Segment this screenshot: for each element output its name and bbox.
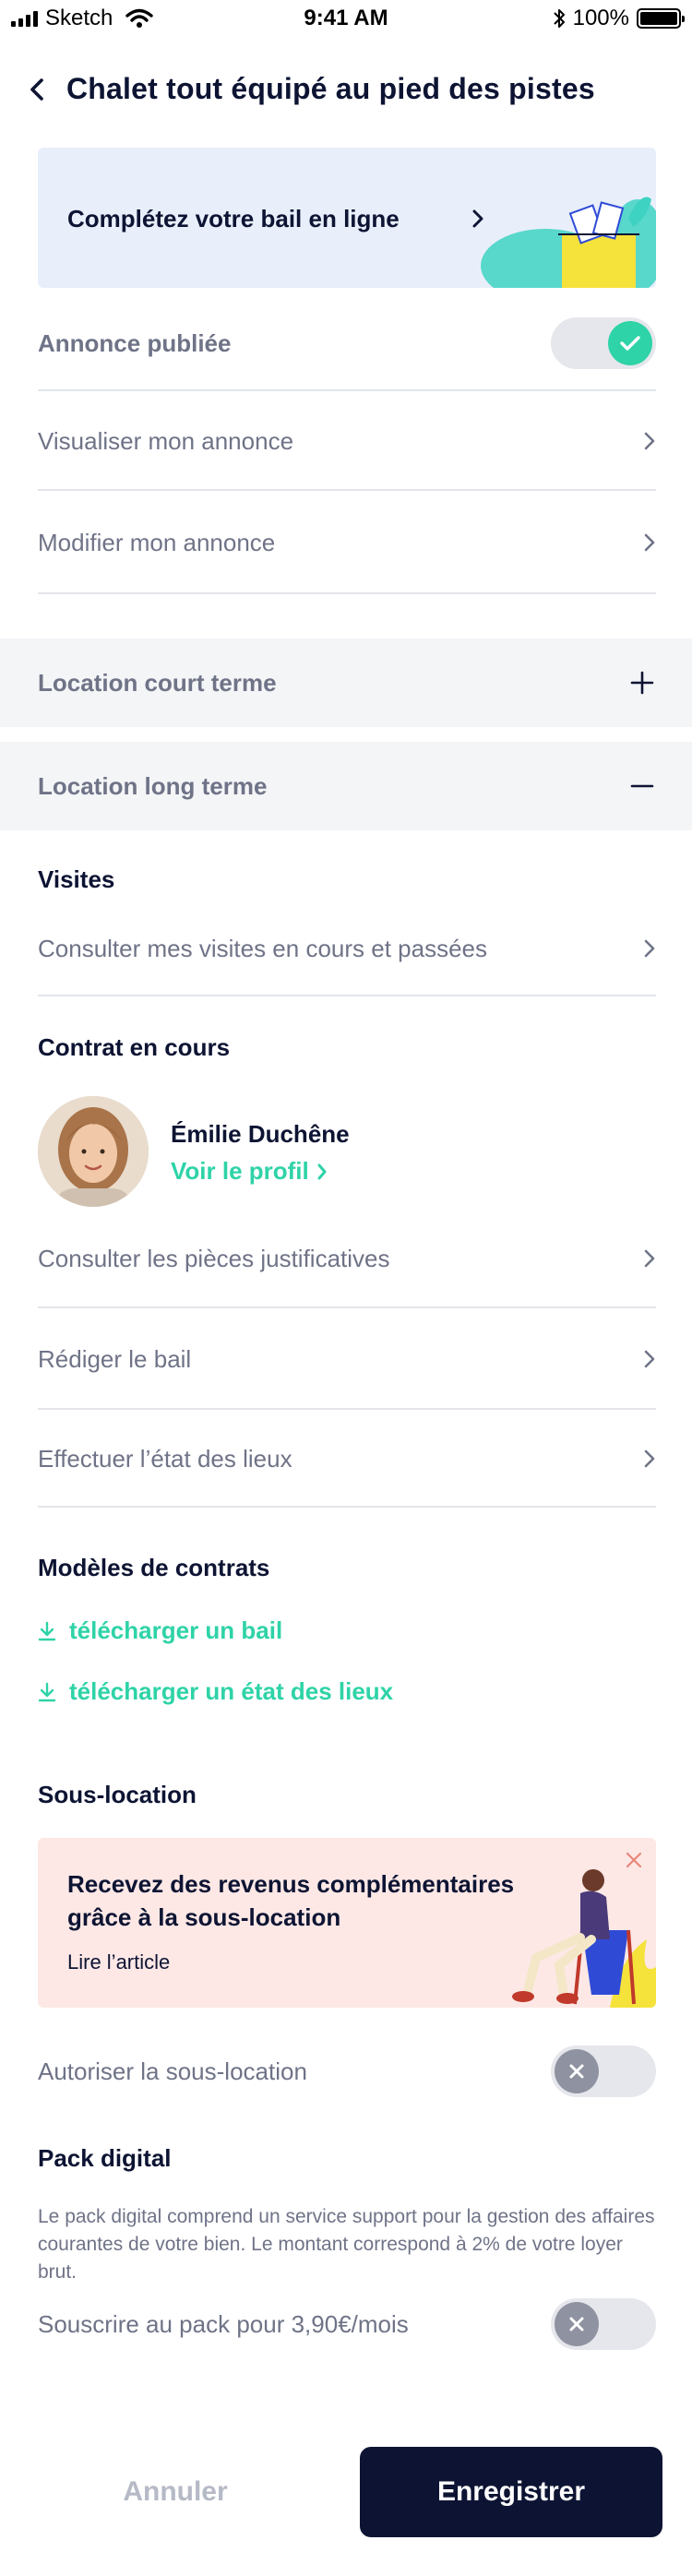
plus-icon [630,671,654,695]
minus-icon [630,784,654,788]
status-bar: Sketch 9:41 AM 100% [0,0,692,37]
view-profile-link[interactable]: Voir le profil [171,1157,328,1186]
contract-title: Contrat en cours [38,1033,231,1061]
bluetooth-icon [553,9,565,28]
chevron-right-icon [317,1163,327,1179]
avatar [38,1096,149,1207]
pack-title: Pack digital [38,2144,172,2172]
templates-title: Modèles de contrats [38,1554,270,1581]
published-toggle-knob [608,321,652,365]
visits-title: Visites [38,865,115,893]
published-row: Annonce publiée [38,297,656,391]
documents-row[interactable]: Consulter les pièces justificatives [38,1210,656,1308]
accordion-short-term[interactable]: Location court terme [0,638,692,727]
documents-label: Consulter les pièces justificatives [38,1244,390,1272]
x-icon [569,2317,584,2332]
lease-banner[interactable]: Complétez votre bail en ligne [38,148,656,288]
lease-banner-label: Complétez votre bail en ligne [67,205,400,233]
battery-label: 100% [572,6,629,30]
battery-icon [637,8,685,29]
chevron-right-icon [644,1350,655,1368]
edit-listing-row[interactable]: Modifier mon annonce [38,493,656,594]
x-icon [569,2064,584,2079]
draft-lease-row[interactable]: Rédiger le bail [38,1310,656,1410]
pack-description: Le pack digital comprend un service supp… [38,2206,655,2283]
check-icon [620,336,640,351]
inventory-label: Effectuer l’état des lieux [38,1444,292,1473]
subscribe-pack-toggle-knob [555,2302,599,2346]
avatar-portrait [38,1096,149,1207]
download-lease-link[interactable]: télécharger un bail [38,1616,282,1645]
subscribe-pack-toggle[interactable] [551,2298,656,2350]
draft-lease-label: Rédiger le bail [38,1344,192,1373]
subscribe-pack-row: Souscrire au pack pour 3,90€/mois [38,2292,656,2356]
close-icon[interactable] [625,1851,643,1869]
page-title: Chalet tout équipé au pied des pistes [66,72,595,105]
chevron-right-icon [644,533,655,552]
chevron-right-icon [644,1449,655,1468]
sublet-banner: Recevez des revenus complémentaires grâc… [38,1838,656,2008]
subscribe-pack-label: Souscrire au pack pour 3,90€/mois [38,2309,409,2338]
allow-sublet-toggle[interactable] [551,2045,656,2097]
published-label: Annonce publiée [38,328,232,357]
sublet-illustration [512,1869,656,2008]
save-button[interactable]: Enregistrer [360,2447,662,2537]
download-icon [38,1682,56,1701]
read-article-link[interactable]: Lire l’article [67,1950,170,1974]
accordion-long-term-label: Location long terme [38,771,268,800]
view-listing-row[interactable]: Visualiser mon annonce [38,393,656,491]
view-profile-label: Voir le profil [171,1157,309,1185]
back-icon[interactable] [28,78,46,101]
published-toggle[interactable] [551,317,656,369]
lease-illustration [481,197,656,288]
allow-sublet-toggle-knob [555,2049,599,2093]
allow-sublet-label: Autoriser la sous-location [38,2057,307,2085]
tenant-name: Émilie Duchêne [171,1120,350,1148]
sublet-title: Sous-location [38,1781,197,1808]
chevron-right-icon [644,432,655,450]
chevron-right-icon [644,1249,655,1268]
header: Chalet tout équipé au pied des pistes [28,72,595,106]
visits-label: Consulter mes visites en cours et passée… [38,934,487,962]
inventory-row[interactable]: Effectuer l’état des lieux [38,1412,656,1508]
view-listing-label: Visualiser mon annonce [38,426,294,455]
edit-listing-label: Modifier mon annonce [38,528,276,556]
chevron-right-icon [644,939,655,958]
download-lease-label: télécharger un bail [69,1616,283,1644]
download-inventory-label: télécharger un état des lieux [69,1677,394,1705]
accordion-long-term[interactable]: Location long terme [0,742,692,830]
download-icon [38,1621,56,1640]
visits-row[interactable]: Consulter mes visites en cours et passée… [38,902,656,996]
status-right: 100% [553,6,685,31]
accordion-short-term-label: Location court terme [38,668,277,697]
allow-sublet-row: Autoriser la sous-location [38,2039,656,2104]
download-inventory-link[interactable]: télécharger un état des lieux [38,1677,393,1706]
cancel-button[interactable]: Annuler [74,2447,277,2537]
